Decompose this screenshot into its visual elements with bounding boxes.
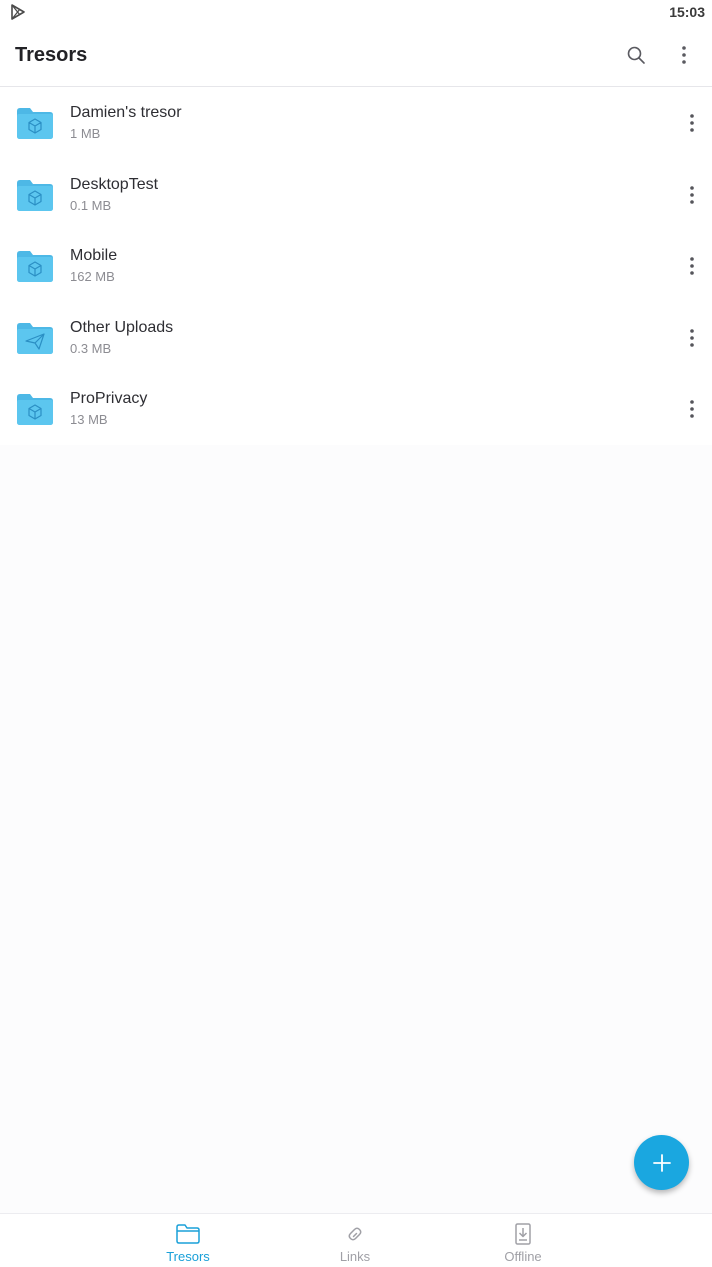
- nav-label: Links: [339, 1249, 371, 1264]
- link-icon: [348, 1227, 362, 1241]
- more-vertical-icon: [690, 114, 694, 132]
- nav-label: Tresors: [166, 1249, 210, 1264]
- tresor-size: 1 MB: [70, 126, 101, 141]
- folder-cube-icon: [17, 394, 53, 425]
- nav-tab-offline[interactable]: Offline: [463, 1214, 583, 1267]
- more-vertical-icon: [690, 328, 694, 347]
- item-more-button[interactable]: [680, 395, 704, 423]
- tresor-size: 13 MB: [70, 412, 108, 427]
- folder-cube-icon: [17, 108, 53, 139]
- folder-cube-icon: [17, 179, 53, 211]
- offline-download-icon: [515, 1223, 531, 1245]
- tresor-list: Damien's tresor 1 MB DesktopTest 0.1 MB: [0, 87, 712, 445]
- overflow-menu-button[interactable]: [669, 40, 699, 70]
- folder-cube-icon: [17, 251, 53, 282]
- item-more-button[interactable]: [680, 181, 704, 209]
- search-icon: [627, 46, 645, 64]
- more-vertical-icon: [690, 257, 694, 275]
- app-bar: Tresors: [0, 24, 712, 87]
- item-more-button[interactable]: [680, 109, 704, 137]
- more-vertical-icon: [690, 185, 694, 204]
- play-store-icon: [11, 4, 25, 20]
- tresor-list-item[interactable]: ProPrivacy 13 MB: [0, 373, 712, 445]
- tresor-size: 0.1 MB: [70, 197, 112, 213]
- tresor-name: DesktopTest: [70, 175, 159, 193]
- more-vertical-icon: [682, 46, 686, 64]
- tresor-list-item[interactable]: DesktopTest 0.1 MB: [0, 158, 712, 230]
- tresor-name: Other Uploads: [70, 318, 174, 336]
- nav-tab-tresors[interactable]: Tresors: [128, 1214, 248, 1267]
- tresor-list-item[interactable]: Other Uploads 0.3 MB: [0, 301, 712, 373]
- tresor-list-item[interactable]: Damien's tresor 1 MB: [0, 87, 712, 159]
- tresor-size: 0.3 MB: [70, 340, 112, 356]
- plus-icon: [652, 1153, 671, 1172]
- tresor-name: Mobile: [70, 247, 118, 264]
- nav-tab-links[interactable]: Links: [295, 1214, 415, 1267]
- folder-icon: [176, 1224, 200, 1244]
- page-title: Tresors: [15, 44, 88, 66]
- tresor-name: ProPrivacy: [70, 390, 148, 407]
- folder-send-icon: [17, 322, 53, 354]
- item-more-button[interactable]: [680, 252, 704, 280]
- bottom-navigation: Tresors Links Offline: [0, 1213, 712, 1267]
- search-button[interactable]: [621, 40, 651, 70]
- nav-label: Offline: [504, 1249, 542, 1264]
- status-time: 15:03: [669, 4, 705, 20]
- status-bar: 15:03: [0, 0, 712, 24]
- app-screen: 15:03 Tresors Damien's tresor 1 MB Deskt…: [0, 0, 712, 1267]
- add-tresor-button[interactable]: [634, 1135, 689, 1190]
- more-vertical-icon: [690, 400, 694, 418]
- tresor-list-item[interactable]: Mobile 162 MB: [0, 230, 712, 302]
- item-more-button[interactable]: [680, 324, 704, 352]
- tresor-name: Damien's tresor: [70, 104, 182, 121]
- tresor-size: 162 MB: [70, 269, 115, 284]
